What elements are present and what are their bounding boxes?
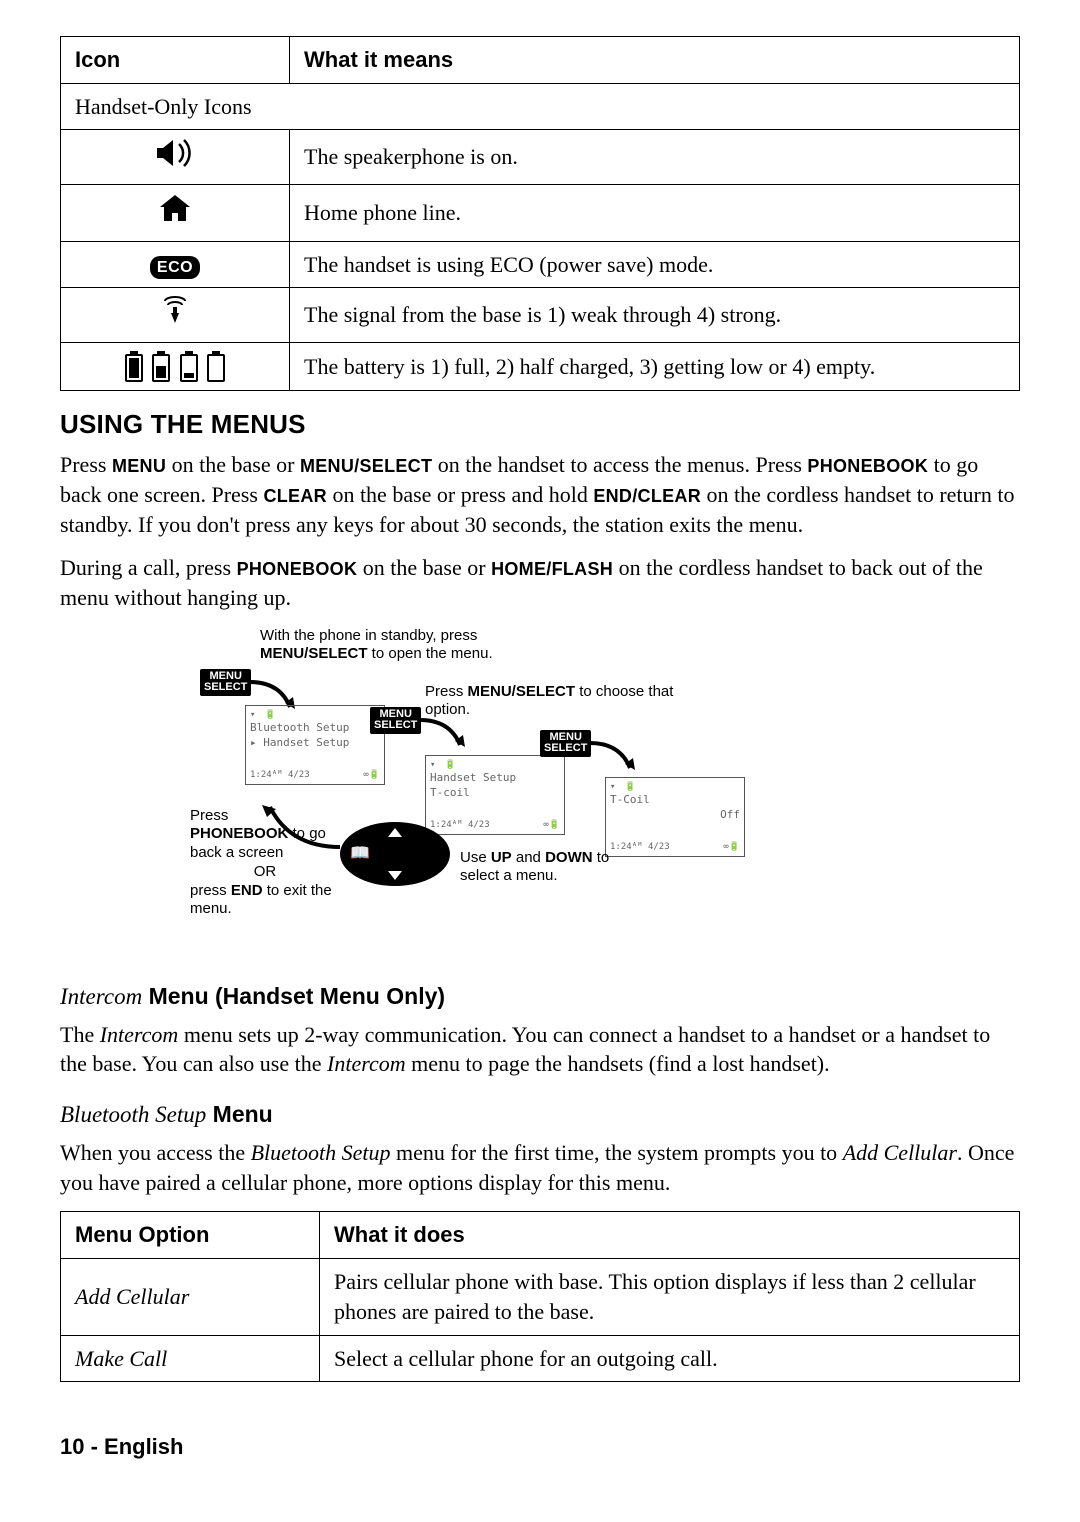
lcd-screen-3: ▾ 🔋 T-Coil Off 1:24ᴬᴹ 4/23∞🔋 <box>605 777 745 857</box>
signal-icon <box>61 288 290 343</box>
meaning-text: Home phone line. <box>290 185 1020 242</box>
intercom-subsection-title: Intercom Menu (Handset Menu Only) <box>60 981 1020 1012</box>
header-what-it-does: What it does <box>320 1212 1020 1259</box>
table-row: ECO The handset is using ECO (power save… <box>61 241 1020 288</box>
eco-icon: ECO <box>61 241 290 288</box>
intercom-para: The Intercom menu sets up 2-way communic… <box>60 1020 1020 1079</box>
table-row: Home phone line. <box>61 185 1020 242</box>
header-icon: Icon <box>61 37 290 84</box>
menu-option: Make Call <box>61 1335 320 1382</box>
using-menus-para-1: Press Menu on the base or Menu/Select on… <box>60 450 1020 539</box>
menu-navigation-diagram: With the phone in standby, press MENU/SE… <box>190 627 890 957</box>
diagram-caption-choose: Press MENU/SELECT to choose that option. <box>425 683 685 721</box>
bluetooth-para: When you access the Bluetooth Setup menu… <box>60 1138 1020 1197</box>
diagram-caption-standby: With the phone in standby, press MENU/SE… <box>260 627 590 665</box>
menu-select-button-1: MENUSELECT <box>200 669 251 696</box>
battery-icon <box>61 343 290 391</box>
table-row: The signal from the base is 1) weak thro… <box>61 288 1020 343</box>
header-meaning: What it means <box>290 37 1020 84</box>
speakerphone-icon <box>61 130 290 185</box>
meaning-text: The speakerphone is on. <box>290 130 1020 185</box>
meaning-text: The handset is using ECO (power save) mo… <box>290 241 1020 288</box>
using-menus-para-2: During a call, press Phonebook on the ba… <box>60 553 1020 612</box>
table-header-row: Menu Option What it does <box>61 1212 1020 1259</box>
meaning-text: The signal from the base is 1) weak thro… <box>290 288 1020 343</box>
lcd-screen-2: ▾ 🔋 Handset Setup T-coil 1:24ᴬᴹ 4/23∞🔋 <box>425 755 565 835</box>
group-label: Handset-Only Icons <box>61 83 1020 130</box>
home-icon <box>61 185 290 242</box>
menu-option: Add Cellular <box>61 1259 320 1335</box>
table-row: Make Call Select a cellular phone for an… <box>61 1335 1020 1382</box>
icon-meaning-table: Icon What it means Handset-Only Icons Th… <box>60 36 1020 391</box>
menu-option-description: Select a cellular phone for an outgoing … <box>320 1335 1020 1382</box>
header-menu-option: Menu Option <box>61 1212 320 1259</box>
dpad-icon: 📖 <box>340 822 450 886</box>
menu-select-button-3: MENUSELECT <box>540 730 591 757</box>
menu-option-description: Pairs cellular phone with base. This opt… <box>320 1259 1020 1335</box>
table-row: The speakerphone is on. <box>61 130 1020 185</box>
diagram-caption-back: Press PHONEBOOK to go back a screen OR p… <box>190 807 340 920</box>
table-row: Add Cellular Pairs cellular phone with b… <box>61 1259 1020 1335</box>
table-group-row: Handset-Only Icons <box>61 83 1020 130</box>
page-footer: 10 - English <box>60 1432 1020 1462</box>
meaning-text: The battery is 1) full, 2) half charged,… <box>290 343 1020 391</box>
table-row: The battery is 1) full, 2) half charged,… <box>61 343 1020 391</box>
lcd-screen-1: ▾ 🔋 Bluetooth Setup ▸ Handset Setup 1:24… <box>245 705 385 785</box>
bluetooth-menu-table: Menu Option What it does Add Cellular Pa… <box>60 1211 1020 1382</box>
section-using-menus-title: Using the Menus <box>60 407 1020 442</box>
bluetooth-subsection-title: Bluetooth Setup Menu <box>60 1099 1020 1130</box>
menu-select-button-2: MENUSELECT <box>370 707 421 734</box>
table-header-row: Icon What it means <box>61 37 1020 84</box>
diagram-caption-updown: Use UP and DOWN to select a menu. <box>460 849 630 887</box>
